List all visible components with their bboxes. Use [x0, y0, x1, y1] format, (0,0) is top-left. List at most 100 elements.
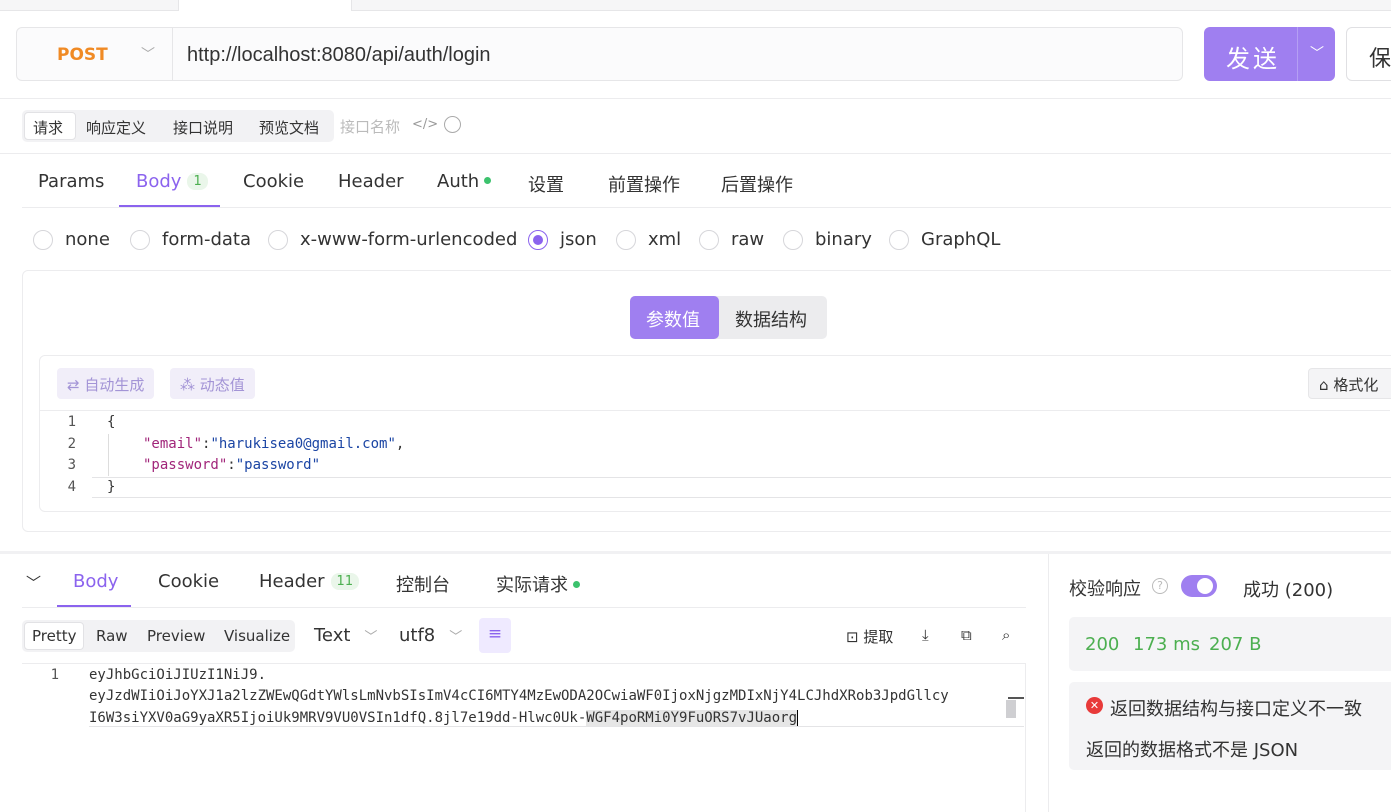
- segment-preview-doc[interactable]: 预览文档: [259, 117, 319, 138]
- code-icon[interactable]: </>: [412, 117, 438, 132]
- segment-api-doc[interactable]: 接口说明: [173, 117, 233, 138]
- view-raw[interactable]: Raw: [96, 627, 128, 645]
- tab-pre-ops[interactable]: 前置操作: [608, 171, 680, 197]
- extract-button[interactable]: ⊡ 提取: [846, 626, 893, 647]
- radio-label: x-www-form-urlencoded: [300, 229, 518, 250]
- code-line-password: "password":"password": [143, 457, 321, 473]
- resp-tab-actual-request[interactable]: 实际请求: [496, 571, 580, 597]
- format-button[interactable]: ⌂ 格式化: [1308, 368, 1391, 399]
- copy-icon[interactable]: ⧉: [961, 626, 972, 644]
- radio-form-data[interactable]: form-data: [130, 229, 251, 250]
- json-key: "email": [143, 436, 203, 452]
- response-line: I6W3siYXV0aG9yaXR5IjoiUk9MRV9VU0VSIn1dfQ…: [89, 710, 799, 726]
- code-close-brace: }: [107, 479, 116, 495]
- resp-tab-body[interactable]: Body: [73, 571, 118, 592]
- radio-xml[interactable]: xml: [616, 229, 681, 250]
- response-selected-text: WGF4poRMi0Y9FuORS7vJUaorg: [586, 710, 798, 726]
- radio-circle: [268, 229, 288, 250]
- format-select[interactable]: Text ﹀: [314, 625, 377, 646]
- tab-params[interactable]: Params: [38, 171, 104, 192]
- send-button[interactable]: 发送 ﹀: [1204, 27, 1335, 81]
- method-label: POST: [57, 45, 108, 65]
- save-button[interactable]: 保: [1346, 27, 1391, 81]
- format-icon: ⌂: [1319, 376, 1329, 394]
- vertical-divider[interactable]: [1048, 554, 1049, 812]
- url-bar: POST ﹀: [16, 27, 1183, 81]
- auto-generate-button[interactable]: ⇄ 自动生成: [57, 368, 155, 399]
- resp-tab-header[interactable]: Header 11: [259, 571, 360, 592]
- encoding-select[interactable]: utf8 ﹀: [399, 625, 462, 646]
- tab-strip: [0, 0, 1391, 11]
- view-visualize[interactable]: Visualize: [224, 627, 290, 645]
- radio-label: GraphQL: [921, 229, 1001, 250]
- radio-circle: [783, 229, 803, 250]
- url-input[interactable]: [187, 42, 1167, 68]
- toggle-values[interactable]: 参数值: [630, 296, 719, 339]
- resp-tab-console[interactable]: 控制台: [396, 571, 450, 597]
- tab-body-label: Body: [136, 171, 182, 192]
- resp-tab-header-label: Header: [259, 571, 325, 592]
- view-preview[interactable]: Preview: [147, 627, 205, 645]
- json-value: "harukisea0@gmail.com": [210, 436, 396, 452]
- tab-settings[interactable]: 设置: [528, 171, 564, 197]
- status-code: 200: [1085, 634, 1120, 655]
- radio-label: binary: [815, 229, 872, 250]
- send-divider: [1297, 27, 1298, 81]
- current-line-highlight: [92, 477, 1391, 498]
- divider: [0, 98, 1391, 99]
- indent-guide: [108, 434, 109, 476]
- active-tab[interactable]: [178, 0, 352, 11]
- radio-json[interactable]: json: [528, 229, 597, 250]
- download-icon[interactable]: ⤓: [922, 626, 929, 644]
- radio-label: raw: [731, 229, 765, 250]
- scrollbar-thumb[interactable]: [1006, 700, 1016, 718]
- word-wrap-button[interactable]: ≡: [479, 618, 511, 653]
- help-icon[interactable]: ?: [1152, 578, 1168, 594]
- radio-raw[interactable]: raw: [699, 229, 764, 250]
- extract-icon: ⊡: [846, 628, 859, 646]
- chevron-down-icon[interactable]: ﹀: [26, 572, 41, 593]
- text-cursor: [797, 710, 799, 726]
- chevron-down-icon[interactable]: ﹀: [1310, 43, 1324, 63]
- radio-graphql[interactable]: GraphQL: [889, 229, 1000, 250]
- method-select[interactable]: POST ﹀: [17, 28, 173, 80]
- response-viewer[interactable]: [22, 663, 1026, 812]
- interface-name-input[interactable]: 接口名称: [340, 116, 400, 137]
- tab-auth[interactable]: Auth: [437, 171, 492, 192]
- tab-cookie[interactable]: Cookie: [243, 171, 304, 192]
- divider: [40, 410, 1390, 411]
- dynamic-value-button[interactable]: ⁂ 动态值: [170, 368, 255, 399]
- search-icon[interactable]: ⌕: [1002, 626, 1010, 644]
- tab-post-ops[interactable]: 后置操作: [721, 171, 793, 197]
- tab-body[interactable]: Body 1: [136, 171, 208, 192]
- save-label: 保: [1369, 47, 1391, 72]
- error-icon: ✕: [1086, 697, 1103, 714]
- validation-toggle[interactable]: [1181, 575, 1217, 597]
- response-line: eyJzdWIiOiJoYXJ1a2lzZWEwQGdtYWlsLmNvbSIs…: [89, 688, 949, 704]
- scroll-marker: [1008, 697, 1024, 699]
- radio-urlencoded[interactable]: x-www-form-urlencoded: [268, 229, 517, 250]
- radio-none[interactable]: none: [33, 229, 110, 250]
- history-icon[interactable]: [444, 116, 461, 133]
- segment-response-def[interactable]: 响应定义: [86, 117, 146, 138]
- radio-binary[interactable]: binary: [783, 229, 872, 250]
- json-value: "password": [235, 457, 321, 473]
- segment-request[interactable]: 请求: [33, 117, 63, 138]
- radio-label: xml: [648, 229, 682, 250]
- wrap-icon: ≡: [487, 624, 503, 644]
- pane-divider[interactable]: [0, 551, 1391, 554]
- doc-segment: 请求 响应定义 接口说明 预览文档: [22, 110, 334, 142]
- view-pretty[interactable]: Pretty: [32, 627, 77, 645]
- json-key: "password": [143, 457, 228, 473]
- toggle-schema[interactable]: 数据结构: [735, 306, 807, 332]
- tab-header[interactable]: Header: [338, 171, 404, 192]
- response-text: I6W3siYXV0aG9yaXR5IjoiUk9MRV9VU0VSIn1dfQ…: [89, 710, 587, 726]
- error-title: 返回数据结构与接口定义不一致: [1110, 699, 1362, 720]
- validation-title: 校验响应: [1069, 579, 1141, 600]
- chevron-down-icon: ﹀: [364, 630, 378, 645]
- format-select-value: Text: [314, 625, 351, 646]
- resp-tab-cookie[interactable]: Cookie: [158, 571, 219, 592]
- auto-generate-label: 自动生成: [84, 376, 145, 394]
- encoding-select-value: utf8: [399, 625, 436, 646]
- status-dot: [484, 177, 492, 184]
